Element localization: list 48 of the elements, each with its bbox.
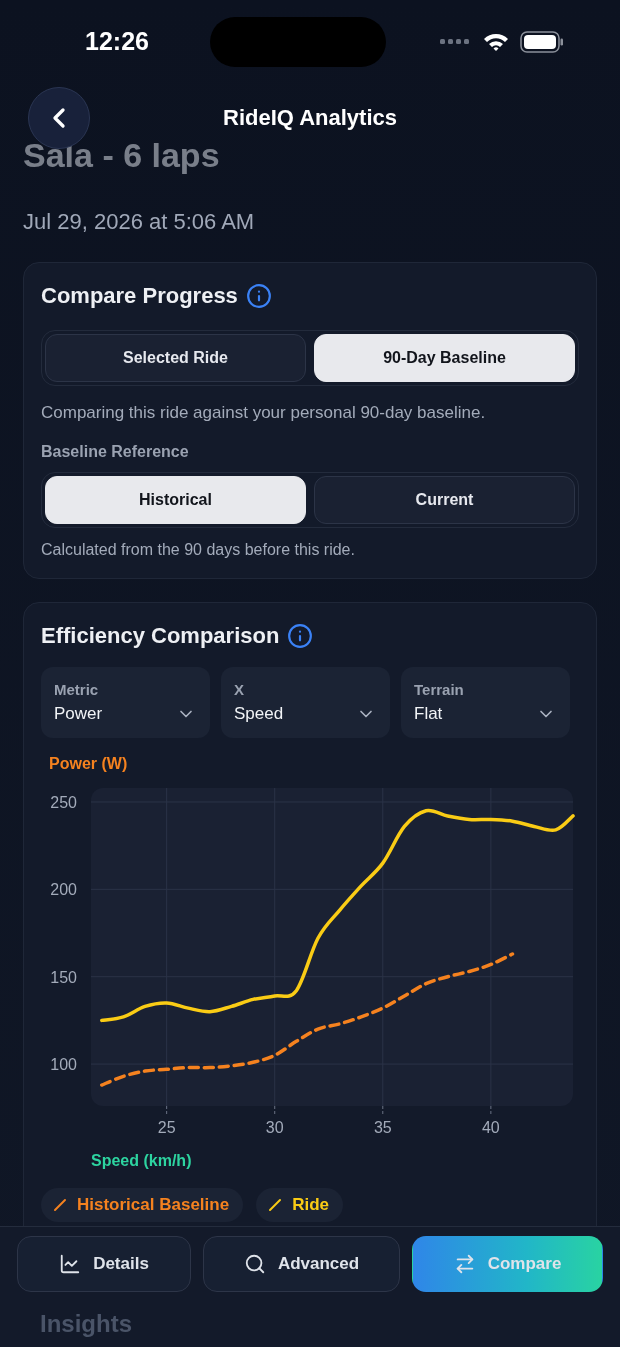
y-axis-title: Power (W)	[49, 754, 128, 774]
signal-icon	[440, 38, 472, 45]
ride-title: Sala - 6 laps	[23, 135, 220, 175]
line-swatch-icon	[53, 1198, 67, 1212]
dropdown-label: X	[234, 681, 244, 698]
dropdown-value: Flat	[414, 704, 443, 724]
reference-tab[interactable]: Historical	[45, 476, 306, 524]
reference-label: Baseline Reference	[41, 442, 190, 462]
battery-icon	[520, 30, 564, 53]
info-icon[interactable]	[245, 283, 272, 309]
x-axis-title: Speed (km/h)	[91, 1151, 192, 1171]
info-icon[interactable]	[287, 623, 314, 649]
action-button[interactable]: Advanced	[203, 1236, 400, 1292]
line-swatch-icon	[268, 1198, 283, 1212]
reference-note: Calculated from the 90 days before this ride.	[41, 540, 356, 560]
axis-label: 150	[50, 968, 77, 986]
filter-dropdown[interactable]: X Speed	[221, 667, 390, 738]
action-button[interactable]: Details	[17, 1236, 191, 1292]
dropdown-label: Terrain	[414, 681, 464, 698]
line-chart-icon	[59, 1253, 82, 1275]
card-title: Efficiency Comparison	[41, 623, 280, 649]
axis-label: 250	[50, 794, 77, 811]
legend-item[interactable]: Ride	[256, 1188, 343, 1222]
screen-title: RideIQ Analytics	[223, 105, 397, 131]
axis-label: 40	[481, 1119, 500, 1136]
dropdown-label: Metric	[54, 681, 99, 698]
legend-item[interactable]: Historical Baseline	[41, 1188, 244, 1222]
reference-tab[interactable]: Current	[314, 476, 575, 524]
axis-label: 30	[265, 1119, 284, 1136]
card-title: Compare Progress	[41, 283, 238, 309]
legend-label: Ride	[292, 1195, 329, 1215]
axis-label: 100	[50, 1056, 77, 1074]
wifi-icon	[482, 31, 510, 52]
filter-dropdown[interactable]: Terrain Flat	[401, 667, 570, 738]
axis-label: 200	[50, 881, 77, 899]
dropdown-value: Power	[54, 704, 103, 724]
ride-date: Jul 29, 2026 at 5:06 AM	[23, 209, 255, 235]
dropdown-value: Speed	[234, 704, 284, 724]
axis-label: 35	[373, 1119, 392, 1136]
section-title: Insights	[40, 1310, 132, 1338]
mode-description: Comparing this ride against your personal 90-day baseline.	[41, 402, 487, 424]
status-time: 12:26	[85, 27, 150, 56]
mode-tab[interactable]: Selected Ride	[45, 334, 306, 382]
filter-dropdown[interactable]: Metric Power	[41, 667, 210, 738]
legend-label: Historical Baseline	[77, 1195, 230, 1215]
mode-tab[interactable]: 90-Day Baseline	[314, 334, 575, 382]
search-icon	[243, 1253, 266, 1275]
axis-label: 25	[157, 1119, 176, 1136]
